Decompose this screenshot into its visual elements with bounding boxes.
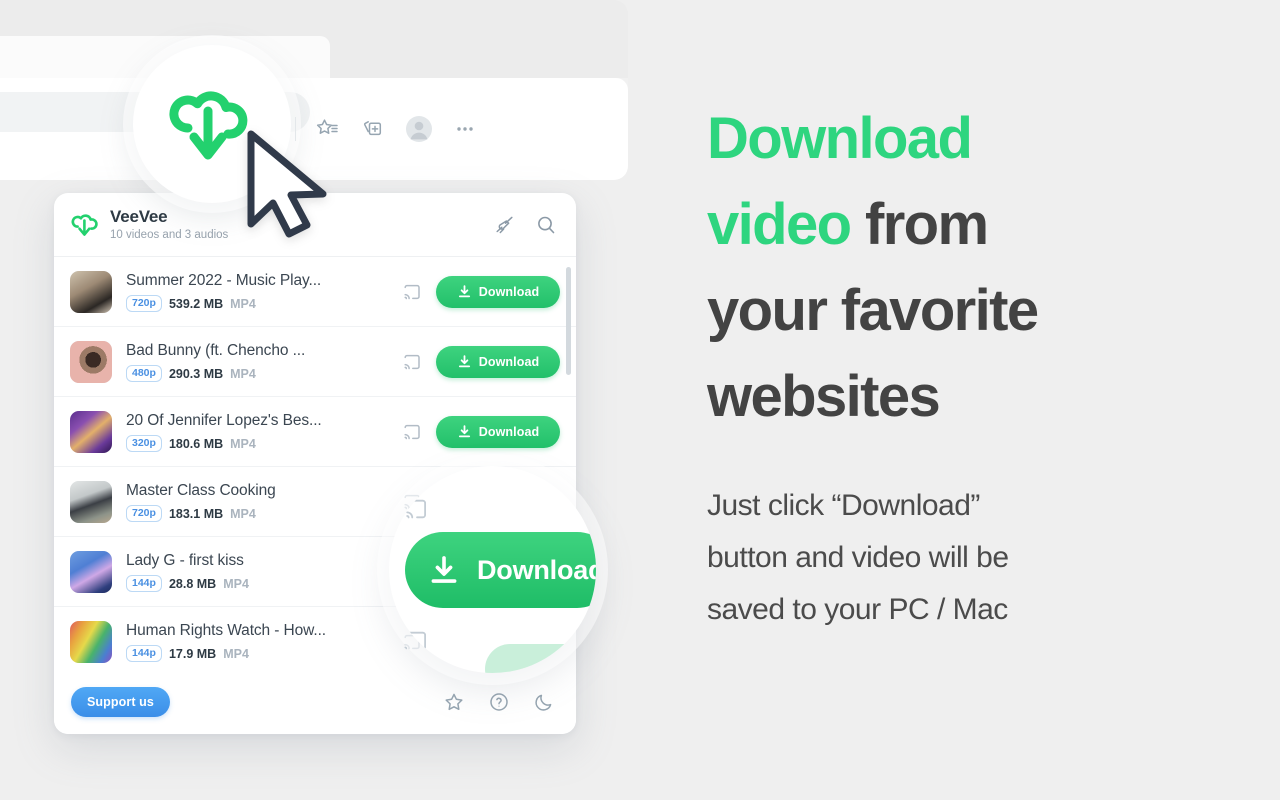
dark-mode-moon-icon[interactable] [532, 690, 556, 714]
download-button-label: Download [478, 284, 540, 299]
file-format: MP4 [223, 576, 249, 591]
video-meta: 720p 183.1 MB MP4 [126, 505, 402, 522]
download-button-label: Download [478, 354, 540, 369]
table-row[interactable]: Bad Bunny (ft. Chencho ... 480p 290.3 MB… [54, 327, 576, 397]
app-subtitle: 10 videos and 3 audios [110, 228, 229, 241]
video-meta: 720p 539.2 MB MP4 [126, 295, 402, 312]
headline-line-3: your favorite [707, 278, 1039, 343]
headline-line-1: Download [707, 96, 1227, 182]
quality-badge: 320p [126, 435, 162, 452]
file-format: MP4 [230, 506, 256, 521]
video-info: Summer 2022 - Music Play... 720p 539.2 M… [126, 271, 402, 312]
video-meta: 480p 290.3 MB MP4 [126, 365, 402, 382]
headline-from: from [865, 192, 989, 257]
video-title: Human Rights Watch - How... [126, 622, 327, 639]
subcopy-line-2: button and video will be [707, 541, 1009, 574]
cast-icon[interactable] [402, 352, 422, 372]
adjacent-download-button-partial [485, 644, 596, 673]
quality-badge: 144p [126, 645, 162, 662]
support-us-button[interactable]: Support us [71, 687, 170, 717]
profile-avatar-icon[interactable] [396, 106, 442, 152]
headline-line-2: video from [707, 182, 1227, 268]
video-thumbnail [70, 270, 112, 313]
video-title: Lady G - first kiss [126, 552, 244, 569]
clean-broom-icon[interactable] [492, 213, 516, 237]
help-question-icon[interactable] [487, 690, 511, 714]
quality-badge: 720p [126, 505, 162, 522]
video-title: Bad Bunny (ft. Chencho ... [126, 342, 306, 359]
table-row[interactable]: Summer 2022 - Music Play... 720p 539.2 M… [54, 257, 576, 327]
quality-badge: 720p [126, 295, 162, 312]
subcopy-line-3: saved to your PC / Mac [707, 593, 1008, 626]
panel-title-block: VeeVee 10 videos and 3 audios [110, 207, 228, 243]
more-options-icon[interactable] [442, 106, 488, 152]
cast-icon [403, 496, 429, 527]
add-to-collection-icon[interactable] [350, 106, 396, 152]
video-info: Master Class Cooking 720p 183.1 MB MP4 [126, 481, 402, 522]
file-size: 183.1 MB [168, 506, 224, 521]
search-icon[interactable] [534, 213, 558, 237]
cast-icon[interactable] [402, 422, 422, 442]
browser-tabstrip [0, 0, 628, 78]
file-size: 180.6 MB [168, 436, 224, 451]
video-thumbnail [70, 340, 112, 383]
panel-header-actions [492, 213, 558, 237]
mouse-pointer-cursor [245, 128, 341, 245]
download-button-label: Download [478, 424, 540, 439]
video-title: 20 Of Jennifer Lopez's Bes... [126, 412, 322, 429]
screenshot-root: VeeVee 10 videos and 3 audios Summer 202… [0, 0, 1280, 800]
video-thumbnail [70, 480, 112, 523]
veevee-extension-icon[interactable] [168, 81, 256, 167]
file-format: MP4 [223, 646, 249, 661]
cast-icon[interactable] [402, 282, 422, 302]
download-arrow-icon [431, 556, 457, 583]
magnifier-content: Download [389, 466, 596, 673]
video-info: Lady G - first kiss 144p 28.8 MB MP4 [126, 551, 402, 592]
marketing-copy: Download video from your favorite websit… [707, 96, 1227, 636]
video-info: 20 Of Jennifer Lopez's Bes... 320p 180.6… [126, 411, 402, 452]
headline: Download video from your favorite websit… [707, 96, 1227, 440]
subcopy: Just click “Download” button and video w… [707, 480, 1227, 636]
video-meta: 144p 28.8 MB MP4 [126, 575, 402, 592]
download-button-magnified-label: Download [477, 554, 596, 585]
video-info: Bad Bunny (ft. Chencho ... 480p 290.3 MB… [126, 341, 402, 382]
video-thumbnail [70, 410, 112, 453]
video-meta: 144p 17.9 MB MP4 [126, 645, 402, 662]
download-button[interactable]: Download [436, 415, 560, 448]
headline-accent-download: Download [707, 106, 973, 171]
quality-badge: 144p [126, 575, 162, 592]
star-icon[interactable] [442, 690, 466, 714]
table-row[interactable]: 20 Of Jennifer Lopez's Bes... 320p 180.6… [54, 397, 576, 467]
video-title: Master Class Cooking [126, 482, 276, 499]
footer-icons [442, 690, 556, 714]
file-format: MP4 [230, 296, 256, 311]
video-info: Human Rights Watch - How... 144p 17.9 MB… [126, 621, 402, 662]
panel-footer: Support us [54, 670, 576, 734]
headline-accent-video: video [707, 192, 865, 257]
download-button-magnified[interactable]: Download [405, 532, 596, 608]
file-size: 17.9 MB [168, 646, 217, 661]
headline-line-4: websites [707, 364, 941, 429]
file-size: 290.3 MB [168, 366, 224, 381]
file-size: 28.8 MB [168, 576, 217, 591]
magnifier-download-button: Download [389, 466, 596, 673]
download-button[interactable]: Download [436, 345, 560, 378]
cast-icon [403, 628, 429, 659]
file-format: MP4 [230, 436, 256, 451]
video-thumbnail [70, 550, 112, 593]
quality-badge: 480p [126, 365, 162, 382]
veevee-cloud-download-icon [70, 210, 100, 240]
video-thumbnail [70, 620, 112, 663]
app-title: VeeVee [110, 206, 168, 226]
video-meta: 320p 180.6 MB MP4 [126, 435, 402, 452]
list-scrollbar[interactable] [566, 267, 571, 375]
file-format: MP4 [230, 366, 256, 381]
download-button[interactable]: Download [436, 275, 560, 308]
file-size: 539.2 MB [168, 296, 224, 311]
video-title: Summer 2022 - Music Play... [126, 272, 322, 289]
subcopy-line-1: Just click “Download” [707, 489, 980, 522]
